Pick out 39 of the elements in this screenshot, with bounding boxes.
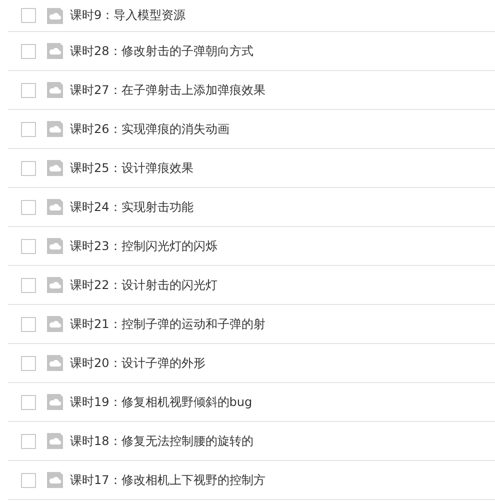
checkbox[interactable] [21,122,36,136]
lesson-title[interactable]: 课时28：修改射击的子弹朝向方式 [70,42,254,60]
cloud-file-icon [47,472,63,488]
cloud-file-icon [47,238,63,254]
cloud-file-icon [47,121,63,137]
lesson-title[interactable]: 课时21：控制子弹的运动和子弹的射 [70,316,266,332]
cloud-file-icon [47,160,63,176]
checkbox[interactable] [21,44,36,58]
checkbox[interactable] [21,8,36,23]
lesson-title[interactable]: 课时27：在子弹射击上添加弹痕效果 [70,82,266,98]
cloud-file-icon [47,433,63,449]
lesson-title[interactable]: 课时17：修改相机上下视野的控制方 [70,472,266,488]
checkbox[interactable] [21,278,36,292]
cloud-file-icon [47,394,63,410]
lesson-title[interactable]: 课时24：实现射击功能 [70,198,194,216]
cloud-file-icon [47,316,63,332]
cloud-file-icon [47,43,63,59]
checkbox[interactable] [21,356,36,370]
cloud-file-icon [47,8,63,24]
cloud-file-icon [47,277,63,293]
checkbox[interactable] [21,472,36,488]
lesson-title[interactable]: 课时23：控制闪光灯的闪烁 [70,238,218,254]
cloud-file-icon [47,82,63,98]
lesson-title[interactable]: 课时26：实现弹痕的消失动画 [70,120,230,138]
checkbox[interactable] [21,394,36,410]
lesson-title[interactable]: 课时9：导入模型资源 [70,7,186,24]
lesson-title[interactable]: 课时22：设计射击的闪光灯 [70,276,218,294]
checkbox[interactable] [21,160,36,176]
lesson-title[interactable]: 课时18：修复无法控制腰的旋转的 [70,432,254,450]
lesson-title[interactable]: 课时20：设计子弹的外形 [70,354,206,372]
checkbox[interactable] [21,434,36,448]
cloud-file-icon [47,199,63,215]
cloud-file-icon [47,355,63,371]
checkbox[interactable] [21,238,36,254]
lesson-title[interactable]: 课时25：设计弹痕效果 [70,160,194,176]
checkbox[interactable] [21,82,36,98]
checkbox[interactable] [21,316,36,332]
checkbox[interactable] [21,200,36,214]
lesson-title[interactable]: 课时19：修复相机视野倾斜的bug [70,394,252,410]
